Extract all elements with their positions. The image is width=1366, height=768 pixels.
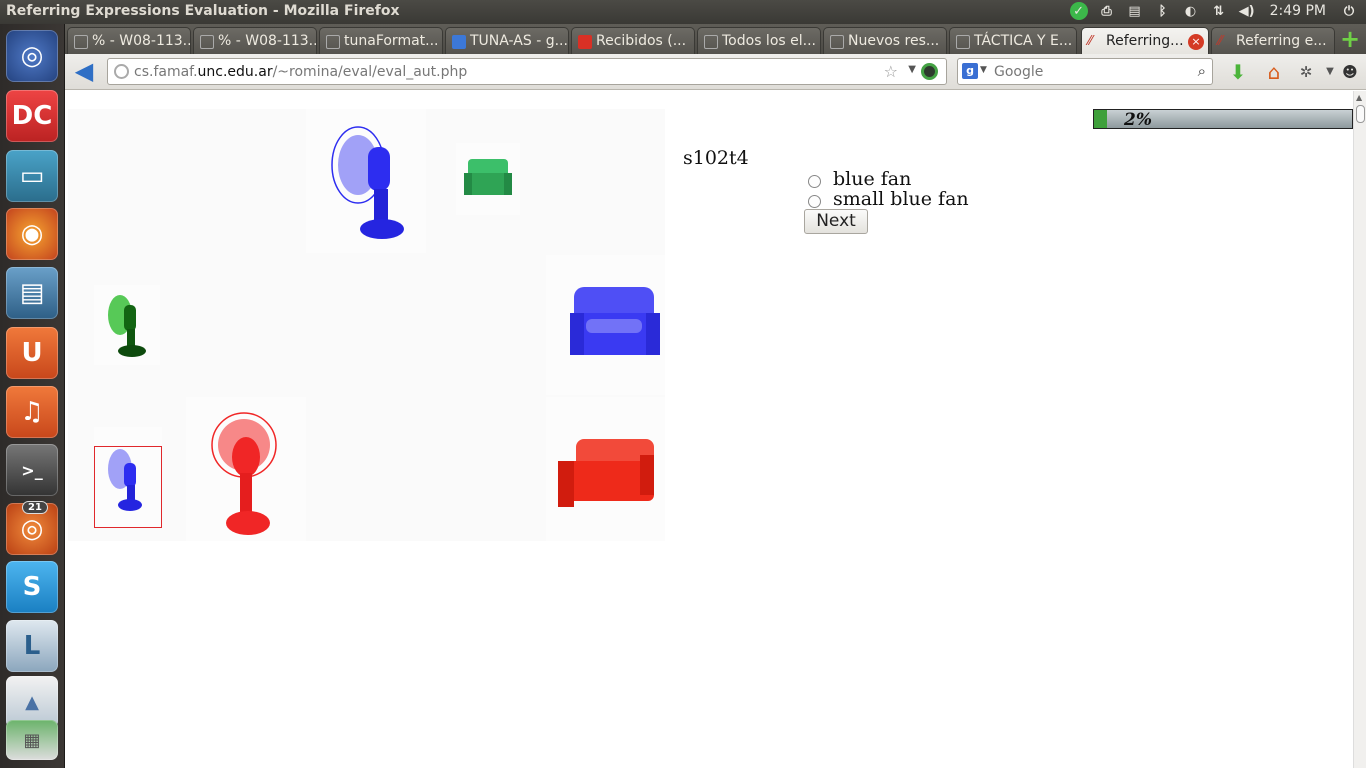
extension-icon[interactable]: ☻: [1337, 59, 1363, 85]
bookmark-star-icon[interactable]: ☆: [884, 62, 898, 81]
document-viewer-icon[interactable]: L: [6, 620, 58, 672]
option-small-blue-fan[interactable]: small blue fan: [808, 188, 969, 210]
update-count-badge: 21: [22, 501, 48, 514]
home-icon[interactable]: ⌂: [1261, 59, 1287, 85]
url-bar[interactable]: cs.famaf.unc.edu.ar/~romina/eval/eval_au…: [107, 58, 947, 85]
ubuntu-one-music-icon[interactable]: ♫: [6, 386, 58, 438]
dash-home-icon[interactable]: ◎: [6, 30, 58, 82]
large-red-sofa-image: [558, 439, 654, 507]
target-highlight-box: [94, 446, 162, 528]
option-blue-fan[interactable]: blue fan: [808, 168, 911, 190]
trial-id: s102t4: [683, 147, 749, 169]
stimulus-scene: [68, 109, 665, 541]
display-icon[interactable]: ◐: [1182, 2, 1200, 20]
terminal-icon[interactable]: >_: [6, 444, 58, 496]
tab-tactica[interactable]: TÁCTICA Y E...: [949, 27, 1077, 54]
skype-icon[interactable]: S: [6, 561, 58, 613]
tab-strip: % - W08-113... % - W08-113... tunaFormat…: [65, 24, 1366, 54]
search-engine-icon[interactable]: g: [962, 63, 978, 79]
site-icon: ⁄⁄: [1088, 34, 1093, 49]
launcher: ◎ DC ▭ ◉ ▤ U ♫ >_ 21 ◎ S L ▲ ▦: [0, 24, 65, 768]
option-radio[interactable]: [808, 194, 821, 208]
vertical-scrollbar[interactable]: ▲: [1353, 91, 1366, 768]
tab-referring-e[interactable]: ⁄⁄ Referring e...: [1211, 27, 1335, 54]
cell-small-green-fan: [94, 285, 160, 365]
search-engine-dropdown-icon[interactable]: ▼: [980, 65, 987, 75]
files-icon[interactable]: ▭: [6, 150, 58, 202]
cell-large-blue-fan: [306, 109, 426, 253]
bluetooth-icon[interactable]: ᛒ: [1154, 2, 1172, 20]
tab-tuna-as[interactable]: TUNA-AS - g...: [445, 27, 569, 54]
ubuntu-one-icon[interactable]: U: [6, 327, 58, 379]
tab-w08-1[interactable]: % - W08-113...: [67, 27, 191, 54]
search-go-icon[interactable]: ⌕: [1198, 62, 1206, 80]
tab-nuevos-res[interactable]: Nuevos res...: [823, 27, 947, 54]
progress-fill: [1094, 110, 1107, 128]
scroll-up-icon[interactable]: ▲: [1356, 93, 1362, 102]
addon-icon[interactable]: ✲: [1293, 59, 1319, 85]
cell-large-red-fan: [186, 397, 306, 541]
update-manager-icon[interactable]: 21 ◎: [6, 501, 58, 555]
tab-w08-2[interactable]: % - W08-113...: [193, 27, 317, 54]
history-dropdown-icon[interactable]: ▼: [908, 64, 916, 75]
navigation-toolbar: ◀ cs.famaf.unc.edu.ar/~romina/eval/eval_…: [65, 54, 1366, 90]
search-bar[interactable]: g ▼ Google ⌕: [957, 58, 1213, 85]
progress-label: 2%: [1124, 110, 1152, 130]
large-red-fan-image: [211, 412, 277, 535]
site-icon: ⁄⁄: [1218, 34, 1223, 49]
top-panel: Referring Expressions Evaluation - Mozil…: [0, 0, 1366, 24]
back-button[interactable]: ◀: [71, 58, 97, 84]
printer-icon[interactable]: ⎙: [1098, 2, 1116, 20]
cell-large-red-sofa: [546, 397, 665, 541]
cell-small-green-sofa: [456, 143, 520, 215]
site-identity-icon[interactable]: [114, 64, 129, 79]
page-icon: [200, 35, 214, 49]
writer-icon[interactable]: ▤: [6, 267, 58, 319]
tab-recibidos[interactable]: Recibidos (...: [571, 27, 695, 54]
volume-icon[interactable]: ◀): [1238, 2, 1256, 20]
page-icon: [830, 35, 844, 49]
scroll-thumb[interactable]: [1356, 105, 1365, 123]
large-blue-fan-image: [331, 126, 404, 239]
progress-bar: 2%: [1093, 109, 1353, 130]
clock[interactable]: 2:49 PM: [1266, 3, 1330, 19]
tab-referring-active[interactable]: ⁄⁄ Referring... ×: [1081, 27, 1209, 54]
small-green-fan-image: [108, 295, 146, 357]
gmail-icon: [578, 35, 592, 49]
update-check-icon[interactable]: ✓: [1069, 2, 1088, 20]
small-green-sofa-image: [464, 159, 512, 195]
next-button[interactable]: Next: [804, 209, 868, 234]
firefox-icon[interactable]: ◉: [6, 208, 58, 260]
trash-icon[interactable]: ▦: [6, 720, 58, 760]
close-tab-icon[interactable]: ×: [1188, 34, 1204, 50]
network-icon[interactable]: ⇅: [1210, 2, 1228, 20]
window-title: Referring Expressions Evaluation - Mozil…: [6, 3, 400, 19]
power-icon[interactable]: ⏻: [1340, 2, 1358, 20]
new-tab-button[interactable]: +: [1338, 27, 1362, 51]
google-docs-icon: [452, 35, 466, 49]
page-icon: [956, 35, 970, 49]
option-radio[interactable]: [808, 174, 821, 188]
page-icon: [326, 35, 340, 49]
system-tray: ✓ ⎙ ▤ ᛒ ◐ ⇅ ◀) 2:49 PM ⏻: [1069, 2, 1358, 20]
downloads-icon[interactable]: ⬇: [1225, 59, 1251, 85]
cell-large-blue-sofa: [546, 255, 665, 395]
large-blue-sofa-image: [570, 287, 660, 355]
page-icon: [704, 35, 718, 49]
tab-todos-los[interactable]: Todos los el...: [697, 27, 821, 54]
clipboard-icon[interactable]: ▤: [1126, 2, 1144, 20]
page-icon: [74, 35, 88, 49]
app-dc-icon[interactable]: DC: [6, 90, 58, 142]
page-content: s102t4 blue fan small blue fan Next 2%: [65, 91, 1353, 768]
reload-icon[interactable]: [921, 63, 938, 80]
tab-tunaformat[interactable]: tunaFormat...: [319, 27, 443, 54]
